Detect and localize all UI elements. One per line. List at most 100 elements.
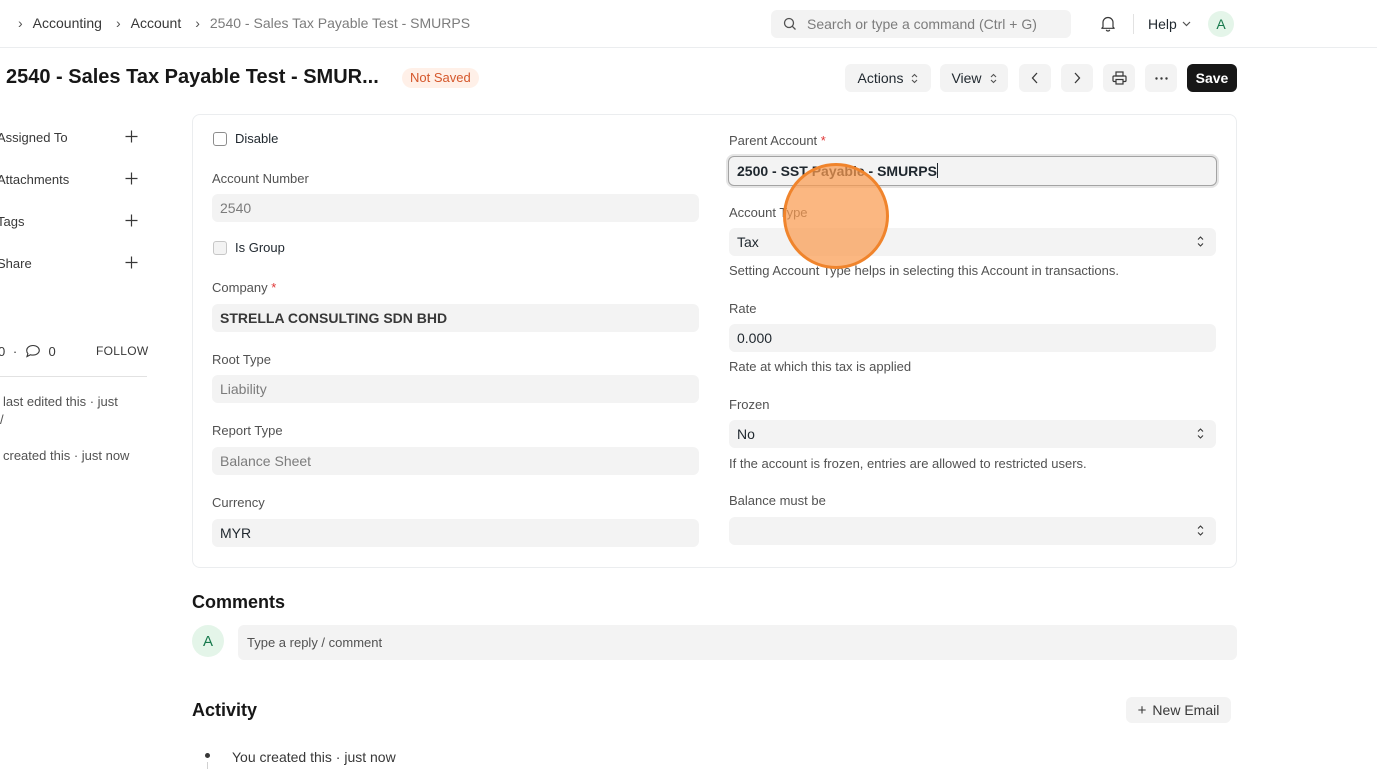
save-button[interactable]: Save	[1187, 64, 1237, 92]
log-text: last edited this · just	[3, 394, 118, 409]
page-title: 2540 - Sales Tax Payable Test - SMUR...	[6, 66, 379, 88]
likes-count[interactable]: 0	[0, 344, 5, 359]
sort-icon	[1197, 428, 1204, 439]
help-dropdown[interactable]: Help	[1148, 16, 1191, 32]
sidebar-item-assigned-to[interactable]: Assigned To	[0, 130, 147, 150]
account-type-help: Setting Account Type helps in selecting …	[729, 263, 1119, 278]
root-type-label: Root Type	[212, 352, 272, 367]
currency-label: Currency	[212, 495, 265, 510]
frozen-label: Frozen	[729, 397, 770, 412]
plus-icon: +	[1137, 701, 1147, 719]
frozen-select[interactable]: No	[729, 420, 1216, 448]
report-type-label: Report Type	[212, 423, 283, 438]
chevron-right-icon: ›	[115, 15, 121, 31]
parent-account-input[interactable]: 2500 - SST Payable - SMURPS	[728, 156, 1217, 186]
sidebar-item-tags[interactable]: Tags	[0, 214, 147, 234]
sidebar-item-attachments[interactable]: Attachments	[0, 172, 147, 192]
printer-icon	[1111, 71, 1127, 85]
new-email-button[interactable]: + New Email	[1126, 697, 1231, 723]
checkbox[interactable]	[213, 131, 227, 146]
plus-icon[interactable]	[125, 130, 138, 143]
breadcrumb: › Accounting › Account › 2540 - Sales Ta…	[18, 15, 484, 31]
required-mark: *	[820, 133, 826, 148]
timeline-dot	[205, 753, 210, 758]
chevron-right-icon: ›	[18, 15, 23, 31]
balance-must-be-select[interactable]	[729, 517, 1216, 545]
sidebar-stats: 0 · 0 FOLLOW	[0, 344, 148, 359]
search-placeholder: Search or type a command (Ctrl + G)	[807, 16, 1037, 32]
plus-icon[interactable]	[125, 172, 138, 185]
comment-icon[interactable]	[25, 344, 41, 358]
next-button[interactable]	[1061, 64, 1093, 92]
new-email-label: New Email	[1152, 702, 1220, 718]
activity-entry: You created this · just now	[232, 749, 396, 765]
comment-input[interactable]: Type a reply / comment	[238, 625, 1237, 660]
sort-icon	[912, 73, 918, 83]
breadcrumb-accounting[interactable]: Accounting	[33, 15, 102, 31]
sidebar-item-label: Attachments	[0, 172, 70, 187]
more-button[interactable]	[1145, 64, 1177, 92]
sidebar-divider	[0, 376, 147, 377]
previous-button[interactable]	[1019, 64, 1051, 92]
sidebar-item-share[interactable]: Share	[0, 256, 147, 276]
chevron-right-icon	[1074, 72, 1081, 84]
frozen-help: If the account is frozen, entries are al…	[729, 456, 1087, 471]
report-type-field[interactable]: Balance Sheet	[212, 447, 699, 475]
log-text: created this · just now	[3, 448, 130, 463]
company-label-text: Company	[212, 280, 268, 295]
is-group-checkbox[interactable]: Is Group	[213, 240, 285, 255]
account-number-field[interactable]: 2540	[212, 194, 699, 222]
sort-icon	[990, 73, 996, 83]
view-button[interactable]: View	[940, 64, 1008, 92]
help-label: Help	[1148, 16, 1177, 32]
comment-avatar: A	[192, 625, 224, 657]
disable-label: Disable	[235, 131, 279, 146]
plus-icon[interactable]	[125, 214, 138, 227]
frozen-value: No	[737, 426, 755, 442]
rate-help: Rate at which this tax is applied	[729, 359, 912, 374]
bell-icon[interactable]	[1100, 15, 1116, 32]
actions-label: Actions	[857, 70, 904, 86]
parent-account-label-text: Parent Account	[729, 133, 818, 148]
sort-icon	[1197, 525, 1204, 536]
timeline-line	[207, 762, 208, 769]
actions-button[interactable]: Actions	[845, 64, 931, 92]
view-label: View	[951, 70, 982, 86]
account-type-value: Tax	[737, 234, 759, 250]
rate-field[interactable]: 0.000	[729, 324, 1216, 352]
account-type-label: Account Type	[729, 205, 808, 220]
sidebar-item-label: Assigned To	[0, 130, 68, 145]
sidebar-log-edited: last edited this · just /	[0, 393, 118, 429]
company-label: Company *	[212, 280, 276, 295]
root-type-field[interactable]: Liability	[212, 375, 699, 403]
parent-account-label: Parent Account *	[729, 133, 826, 148]
activity-title: Activity	[192, 700, 258, 720]
more-horizontal-icon	[1154, 76, 1168, 80]
balance-must-be-label: Balance must be	[729, 493, 826, 508]
log-text-cont: /	[0, 412, 4, 427]
checkbox[interactable]	[213, 240, 227, 255]
sidebar-item-label: Share	[0, 256, 32, 271]
navbar: › Accounting › Account › 2540 - Sales Ta…	[0, 0, 1377, 48]
user-avatar[interactable]: A	[1208, 11, 1234, 37]
comments-title: Comments	[192, 592, 286, 612]
search-icon	[783, 17, 796, 30]
follow-button[interactable]: FOLLOW	[96, 344, 148, 358]
is-group-label: Is Group	[235, 240, 285, 255]
plus-icon[interactable]	[125, 256, 138, 269]
chevron-right-icon: ›	[195, 15, 200, 31]
print-button[interactable]	[1103, 64, 1135, 92]
disable-checkbox[interactable]: Disable	[213, 131, 278, 146]
status-badge: Not Saved	[402, 68, 479, 88]
account-number-label: Account Number	[212, 171, 309, 186]
search-input[interactable]: Search or type a command (Ctrl + G)	[771, 10, 1071, 38]
breadcrumb-account[interactable]: Account	[131, 15, 182, 31]
currency-field[interactable]: MYR	[212, 519, 699, 547]
company-field[interactable]: STRELLA CONSULTING SDN BHD	[212, 304, 699, 332]
sidebar-log-created: created this · just now	[3, 447, 129, 465]
sort-icon	[1197, 236, 1204, 247]
stats-separator: ·	[12, 344, 18, 359]
account-type-select[interactable]: Tax	[729, 228, 1216, 256]
chevron-down-icon	[1182, 21, 1191, 27]
breadcrumb-current[interactable]: 2540 - Sales Tax Payable Test - SMURPS	[210, 15, 470, 31]
